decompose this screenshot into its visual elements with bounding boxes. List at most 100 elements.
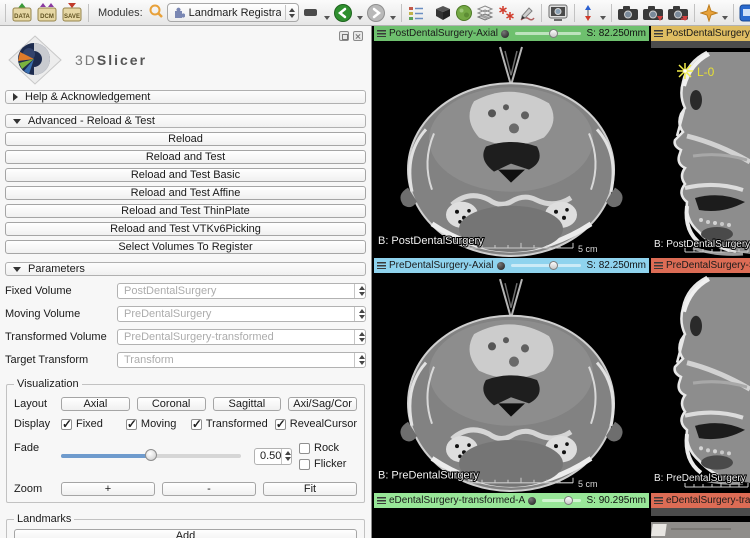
display-transformed-checkbox[interactable]: Transformed [191, 418, 268, 430]
view-transformed-sagittal-header[interactable]: eDentalSurgery-transformed-Sag [651, 493, 750, 508]
volume-sphere-icon[interactable] [455, 1, 473, 25]
layout-sagittal-button[interactable]: Sagittal [213, 397, 282, 411]
crosshair-icon[interactable] [580, 1, 596, 25]
visibility-icon[interactable] [497, 262, 505, 270]
view-pre-axial[interactable]: PreDentalSurgery-Axial S: 82.250mm [374, 258, 649, 493]
display-fixed-checkbox[interactable]: Fixed [61, 418, 119, 430]
visibility-icon[interactable] [528, 497, 536, 505]
fade-slider-handle[interactable] [145, 449, 157, 461]
display-moving-checkbox[interactable]: Moving [126, 418, 184, 430]
scene-view-restore-icon[interactable] [642, 1, 664, 25]
module-history-icon[interactable] [302, 1, 320, 25]
slider-handle[interactable] [549, 261, 558, 270]
view-post-sagittal-header[interactable]: PostDentalSurgery-Sagittal [651, 26, 750, 41]
view-transformed-axial[interactable]: eDentalSurgery-transformed-A S: 90.295mm [374, 493, 649, 538]
forward-caret-icon[interactable] [390, 16, 396, 20]
slice-viewport[interactable]: 5 cm B: PostDentalSurgery [374, 41, 649, 258]
layout-coronal-button[interactable]: Coronal [137, 397, 206, 411]
layout-axial-button[interactable]: Axial [61, 397, 130, 411]
view-transformed-axial-header[interactable]: eDentalSurgery-transformed-A S: 90.295mm [374, 493, 649, 508]
view-post-sagittal[interactable]: PostDentalSurgery-Sagittal L-0 [651, 26, 750, 258]
fade-slider[interactable] [61, 454, 241, 458]
pin-icon[interactable] [654, 497, 663, 504]
pin-icon[interactable] [377, 30, 386, 37]
view-pre-axial-header[interactable]: PreDentalSurgery-Axial S: 82.250mm [374, 258, 649, 273]
view-post-axial-header[interactable]: PostDentalSurgery-Axial S: 82.250mm [374, 26, 649, 41]
fixed-volume-selector[interactable]: PostDentalSurgery [117, 283, 366, 299]
module-selector[interactable]: Landmark Registration [167, 3, 299, 22]
pin-icon[interactable] [377, 497, 386, 504]
scene-view-edit-icon[interactable] [667, 1, 689, 25]
view-transformed-sagittal[interactable]: eDentalSurgery-transformed-Sag [651, 493, 750, 538]
forward-button[interactable] [366, 1, 386, 25]
spinbox-stepper-icon[interactable] [281, 449, 291, 464]
module-selector-stepper[interactable] [285, 5, 296, 20]
layout-selector-icon[interactable] [407, 1, 425, 25]
crosshair-caret-icon[interactable] [600, 16, 606, 20]
section-label: Help & Acknowledgement [25, 91, 150, 103]
zoom-in-button[interactable]: + [61, 482, 155, 496]
slice-viewport[interactable]: B: PreDentalSurgery [651, 273, 750, 493]
scene-camera-icon[interactable] [617, 1, 639, 25]
pin-icon[interactable] [654, 30, 663, 37]
load-dicom-button[interactable]: DCM [36, 1, 58, 25]
slice-offset-slider[interactable] [542, 499, 580, 502]
combo-stepper-icon[interactable] [354, 353, 365, 367]
combo-stepper-icon[interactable] [354, 330, 365, 344]
slice-offset-slider[interactable] [511, 264, 581, 267]
visibility-icon[interactable] [501, 30, 509, 38]
slice-viewport[interactable]: 5 cm B: PreDentalSurgery [374, 273, 649, 493]
view-pre-sagittal[interactable]: PreDentalSurgery-Sagittal B: PreDentalSu… [651, 258, 750, 493]
pin-icon[interactable] [654, 262, 663, 269]
slice-viewport[interactable] [651, 522, 750, 538]
reload-button[interactable]: Reload [5, 132, 366, 146]
slice-viewport[interactable] [374, 508, 649, 538]
view-post-axial[interactable]: PostDentalSurgery-Axial S: 82.250mm [374, 26, 649, 258]
transformed-volume-selector[interactable]: PreDentalSurgery-transformed [117, 329, 366, 345]
section-advanced-reload-test[interactable]: Advanced - Reload & Test [5, 114, 366, 128]
scene-cube-icon[interactable] [434, 1, 452, 25]
undock-panel-icon[interactable] [339, 31, 349, 41]
slider-handle[interactable] [549, 29, 558, 38]
layout-axisagcor-button[interactable]: Axi/Sag/Cor [288, 397, 357, 411]
target-transform-selector[interactable]: Transform [117, 352, 366, 368]
history-caret-icon[interactable] [324, 16, 330, 20]
back-caret-icon[interactable] [357, 16, 363, 20]
ruler-label: 5 cm [578, 244, 598, 254]
reload-and-test-basic-button[interactable]: Reload and Test Basic [5, 168, 366, 182]
view-pre-sagittal-header[interactable]: PreDentalSurgery-Sagittal [651, 258, 750, 273]
reload-and-test-vtkv6picking-button[interactable]: Reload and Test VTKv6Picking [5, 222, 366, 236]
display-revealcursor-checkbox[interactable]: RevealCursor [275, 418, 357, 430]
load-data-button[interactable]: DATA [11, 1, 33, 25]
zoom-out-button[interactable]: - [162, 482, 256, 496]
combo-stepper-icon[interactable] [354, 307, 365, 321]
slider-handle[interactable] [564, 496, 573, 505]
flicker-checkbox[interactable]: Flicker [299, 458, 357, 470]
select-volumes-to-register-button[interactable]: Select Volumes To Register [5, 240, 366, 254]
back-button[interactable] [333, 1, 353, 25]
save-button[interactable]: SAVE [61, 1, 83, 25]
reload-and-test-thinplate-button[interactable]: Reload and Test ThinPlate [5, 204, 366, 218]
rock-checkbox[interactable]: Rock [299, 442, 357, 454]
annotate-pencil-icon[interactable] [518, 1, 536, 25]
zoom-fit-button[interactable]: Fit [263, 482, 357, 496]
fiducial-markers-icon[interactable] [497, 1, 515, 25]
slice-offset-slider[interactable] [515, 32, 581, 35]
close-panel-icon[interactable] [353, 31, 363, 41]
extensions-caret-icon[interactable] [722, 16, 728, 20]
reload-and-test-affine-button[interactable]: Reload and Test Affine [5, 186, 366, 200]
slice-viewport[interactable]: L-0 B: PostDentalSurgery [651, 41, 750, 258]
slice-layers-icon[interactable] [476, 1, 494, 25]
combo-stepper-icon[interactable] [354, 284, 365, 298]
section-parameters[interactable]: Parameters [5, 262, 366, 276]
moving-volume-selector[interactable]: PreDentalSurgery [117, 306, 366, 322]
fade-spinbox[interactable]: 0.50 [254, 448, 292, 465]
extension-manager-icon[interactable] [739, 1, 750, 25]
extensions-star-icon[interactable] [700, 1, 718, 25]
pin-icon[interactable] [377, 262, 386, 269]
reload-and-test-button[interactable]: Reload and Test [5, 150, 366, 164]
add-landmark-button[interactable]: Add [14, 529, 357, 538]
section-help-acknowledgement[interactable]: Help & Acknowledgement [5, 90, 366, 104]
module-search-icon[interactable] [148, 3, 164, 22]
screenshot-icon[interactable] [547, 1, 569, 25]
